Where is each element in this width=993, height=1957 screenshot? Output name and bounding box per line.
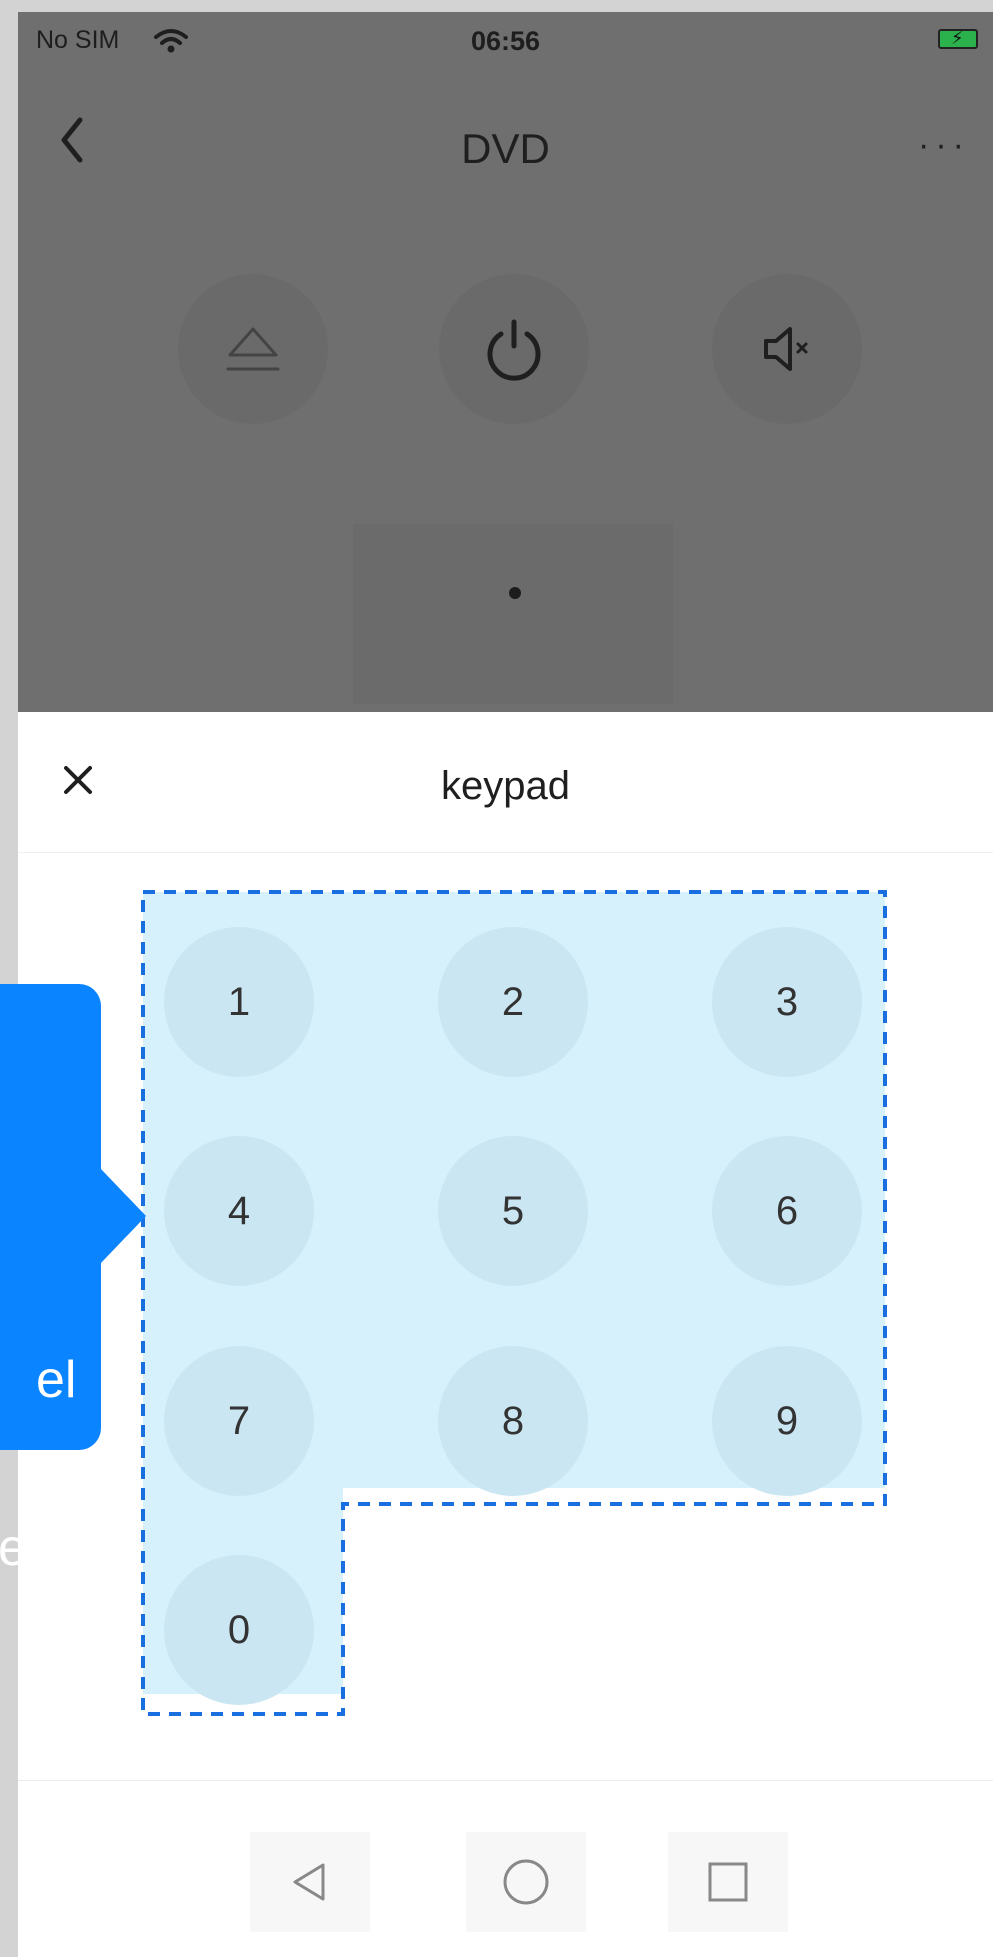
callout-line-2: e bbox=[0, 1519, 27, 1577]
key-2[interactable]: 2 bbox=[438, 927, 588, 1077]
triangle-back-icon bbox=[293, 1863, 325, 1901]
key-7[interactable]: 7 bbox=[164, 1346, 314, 1496]
system-back-button[interactable] bbox=[250, 1832, 370, 1932]
key-9[interactable]: 9 bbox=[712, 1346, 862, 1496]
divider bbox=[18, 1780, 993, 1781]
circle-home-icon bbox=[503, 1859, 549, 1905]
key-0[interactable]: 0 bbox=[164, 1555, 314, 1705]
key-1[interactable]: 1 bbox=[164, 927, 314, 1077]
square-recents-icon bbox=[708, 1862, 748, 1902]
system-recents-button[interactable] bbox=[668, 1832, 788, 1932]
key-4[interactable]: 4 bbox=[164, 1136, 314, 1286]
key-5[interactable]: 5 bbox=[438, 1136, 588, 1286]
key-8[interactable]: 8 bbox=[438, 1346, 588, 1496]
callout-line-1: el bbox=[36, 1351, 77, 1409]
tooltip-callout-text: el e bbox=[0, 1240, 101, 1632]
key-3[interactable]: 3 bbox=[712, 927, 862, 1077]
key-6[interactable]: 6 bbox=[712, 1136, 862, 1286]
system-navigation-bar bbox=[18, 1832, 993, 1957]
system-home-button[interactable] bbox=[466, 1832, 586, 1932]
phone-screen: No SIM 06:56 ⚡ DVD ··· keypad 1 2 3 4 5 … bbox=[18, 12, 993, 1957]
tooltip-callout-arrow bbox=[100, 1168, 146, 1264]
